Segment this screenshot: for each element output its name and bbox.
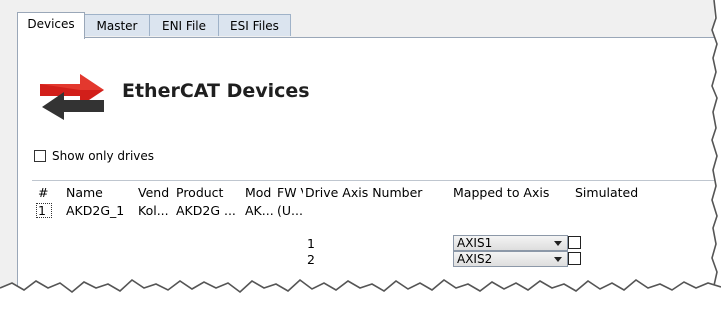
- simulated-checkbox[interactable]: [568, 252, 581, 265]
- cell-index[interactable]: 1: [38, 203, 56, 218]
- tab-master[interactable]: Master: [84, 14, 150, 36]
- mapped-to-axis-dropdown[interactable]: AXIS2: [453, 251, 568, 267]
- show-only-drives-filter: Show only drives: [34, 148, 154, 164]
- mapped-to-axis-value: AXIS1: [457, 236, 493, 250]
- column-header-mapped-to-axis[interactable]: Mapped to Axis: [453, 185, 575, 200]
- tab-devices[interactable]: Devices: [17, 12, 85, 39]
- column-header-vendor[interactable]: Vend: [138, 185, 174, 200]
- column-header-product[interactable]: Product: [176, 185, 242, 200]
- column-header-name[interactable]: Name: [66, 185, 128, 200]
- column-header-module[interactable]: Mod: [245, 185, 275, 200]
- cell-drive-axis-number: 1: [307, 236, 315, 251]
- simulated-checkbox[interactable]: [568, 236, 581, 249]
- show-only-drives-checkbox[interactable]: [34, 150, 46, 162]
- chevron-down-icon: [554, 257, 562, 262]
- tab-eni-file[interactable]: ENI File: [149, 14, 219, 36]
- cell-name[interactable]: AKD2G_1: [66, 203, 134, 218]
- cell-drive-axis-number: 2: [307, 252, 315, 267]
- mapped-to-axis-dropdown[interactable]: AXIS1: [453, 235, 568, 251]
- chevron-down-icon: [554, 241, 562, 246]
- cell-module[interactable]: AK...: [245, 203, 275, 218]
- show-only-drives-label: Show only drives: [52, 149, 155, 163]
- column-header-simulated[interactable]: Simulated: [575, 185, 655, 200]
- mapped-to-axis-value: AXIS2: [457, 252, 493, 266]
- page-title: EtherCAT Devices: [122, 80, 310, 102]
- column-header-fw-version[interactable]: FW V: [277, 185, 303, 200]
- column-header-index[interactable]: #: [38, 185, 56, 200]
- cell-product[interactable]: AKD2G ...: [176, 203, 242, 218]
- torn-edge-bottom: [0, 278, 721, 322]
- cell-fw-version[interactable]: (U...: [277, 203, 305, 218]
- cell-vendor[interactable]: Kol...: [138, 203, 174, 218]
- column-header-drive-axis-number[interactable]: Drive Axis Number: [305, 185, 445, 200]
- tab-esi-files[interactable]: ESI Files: [218, 14, 291, 36]
- ethercat-exchange-arrows-icon: [40, 74, 104, 120]
